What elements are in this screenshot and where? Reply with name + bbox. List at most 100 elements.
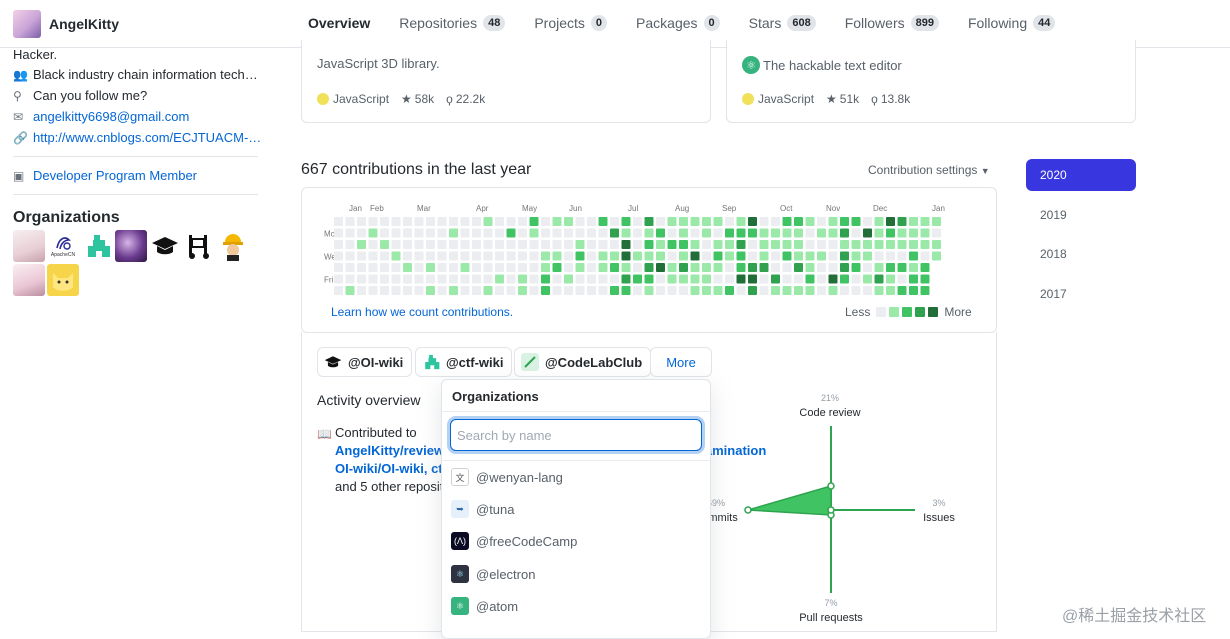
contribution-day[interactable] — [345, 286, 355, 295]
contribution-day[interactable] — [610, 251, 619, 261]
contribution-day[interactable] — [529, 228, 539, 238]
contribution-day[interactable] — [633, 240, 642, 249]
contribution-day[interactable] — [748, 263, 757, 272]
contribution-day[interactable] — [598, 286, 608, 295]
contribution-day[interactable] — [713, 240, 723, 249]
contribution-day[interactable] — [345, 263, 355, 272]
contribution-day[interactable] — [805, 251, 815, 261]
contribution-day[interactable] — [748, 240, 757, 249]
contribution-day[interactable] — [575, 274, 585, 284]
contribution-day[interactable] — [828, 240, 838, 249]
contribution-day[interactable] — [380, 217, 389, 226]
contribution-day[interactable] — [541, 228, 550, 238]
contribution-day[interactable] — [828, 263, 838, 272]
contribution-day[interactable] — [644, 274, 654, 284]
tools-logo[interactable] — [183, 230, 215, 262]
contribution-day[interactable] — [587, 217, 596, 226]
developer-program-link[interactable]: Developer Program Member — [33, 168, 197, 183]
contribution-day[interactable] — [702, 217, 711, 226]
year-2019[interactable]: 2019 — [1026, 199, 1136, 231]
contribution-day[interactable] — [518, 240, 527, 249]
contribution-day[interactable] — [403, 274, 412, 284]
contribution-day[interactable] — [713, 228, 723, 238]
contribution-day[interactable] — [874, 286, 884, 295]
contribution-day[interactable] — [805, 228, 815, 238]
contribution-day[interactable] — [391, 228, 401, 238]
year-2018[interactable]: 2018 — [1026, 238, 1136, 270]
contribution-day[interactable] — [552, 274, 562, 284]
contribution-day[interactable] — [403, 240, 412, 249]
contribution-day[interactable] — [805, 274, 815, 284]
contribution-day[interactable] — [483, 263, 493, 272]
contribution-day[interactable] — [391, 274, 401, 284]
contribution-day[interactable] — [380, 286, 389, 295]
contribution-day[interactable] — [518, 217, 527, 226]
contribution-day[interactable] — [541, 286, 550, 295]
contribution-day[interactable] — [472, 240, 481, 249]
contribution-day[interactable] — [782, 228, 792, 238]
contribution-day[interactable] — [897, 251, 907, 261]
contribution-day[interactable] — [897, 240, 907, 249]
repo-stars[interactable]: 51k — [840, 92, 859, 106]
contribution-day[interactable] — [437, 274, 447, 284]
dropdown-item-tuna[interactable]: ➥ @tuna — [442, 493, 710, 525]
contribution-day[interactable] — [621, 251, 631, 261]
contribution-day[interactable] — [794, 251, 803, 261]
contribution-day[interactable] — [621, 228, 631, 238]
contribution-day[interactable] — [713, 251, 723, 261]
contribution-day[interactable] — [345, 251, 355, 261]
contribution-day[interactable] — [667, 251, 677, 261]
contribution-day[interactable] — [529, 217, 539, 226]
contribution-day[interactable] — [920, 274, 930, 284]
contribution-day[interactable] — [414, 240, 424, 249]
contribution-day[interactable] — [886, 251, 895, 261]
contribution-day[interactable] — [506, 217, 516, 226]
contribution-day[interactable] — [334, 274, 343, 284]
contribution-day[interactable] — [644, 240, 654, 249]
contribution-day[interactable] — [782, 217, 792, 226]
contribution-day[interactable] — [794, 286, 803, 295]
contribution-day[interactable] — [391, 263, 401, 272]
contribution-day[interactable] — [472, 274, 481, 284]
contribution-day[interactable] — [564, 228, 573, 238]
contribution-day[interactable] — [759, 286, 769, 295]
contribution-day[interactable] — [690, 251, 700, 261]
contribution-day[interactable] — [748, 217, 757, 226]
org-filter-codelabclub[interactable]: @CodeLabClub — [514, 347, 652, 377]
contribution-day[interactable] — [380, 228, 389, 238]
contribution-day[interactable] — [897, 263, 907, 272]
contribution-day[interactable] — [506, 263, 516, 272]
contribution-day[interactable] — [495, 217, 504, 226]
contribution-day[interactable] — [874, 240, 884, 249]
contribution-day[interactable] — [426, 228, 435, 238]
contribution-day[interactable] — [403, 217, 412, 226]
contribution-day[interactable] — [587, 251, 596, 261]
dropdown-item-atom[interactable]: ⚛ @atom — [442, 590, 710, 622]
contribution-day[interactable] — [552, 251, 562, 261]
contribution-day[interactable] — [334, 251, 343, 261]
contribution-day[interactable] — [460, 263, 470, 272]
contribution-day[interactable] — [874, 274, 884, 284]
contribution-day[interactable] — [334, 263, 343, 272]
dropdown-item-electron[interactable]: ⚛ @electron — [442, 558, 710, 590]
year-2020[interactable]: 2020 — [1026, 159, 1136, 191]
contribution-day[interactable] — [644, 228, 654, 238]
contribution-day[interactable] — [909, 251, 918, 261]
contribution-day[interactable] — [564, 217, 573, 226]
contribution-day[interactable] — [506, 240, 516, 249]
contribution-day[interactable] — [840, 274, 849, 284]
contribution-day[interactable] — [782, 274, 792, 284]
contribution-day[interactable] — [403, 286, 412, 295]
contribution-day[interactable] — [656, 274, 665, 284]
contribution-day[interactable] — [679, 274, 688, 284]
contribution-day[interactable] — [656, 286, 665, 295]
dropdown-item-freecodecamp[interactable]: (Λ) @freeCodeCamp — [442, 525, 710, 557]
contribution-day[interactable] — [690, 263, 700, 272]
learn-contributions-link[interactable]: Learn how we count contributions. — [331, 305, 513, 319]
contribution-day[interactable] — [633, 228, 642, 238]
contribution-day[interactable] — [437, 240, 447, 249]
email-link[interactable]: angelkitty6698@gmail.com — [33, 109, 189, 124]
contribution-day[interactable] — [357, 263, 366, 272]
contribution-day[interactable] — [667, 217, 677, 226]
contribution-day[interactable] — [449, 274, 458, 284]
